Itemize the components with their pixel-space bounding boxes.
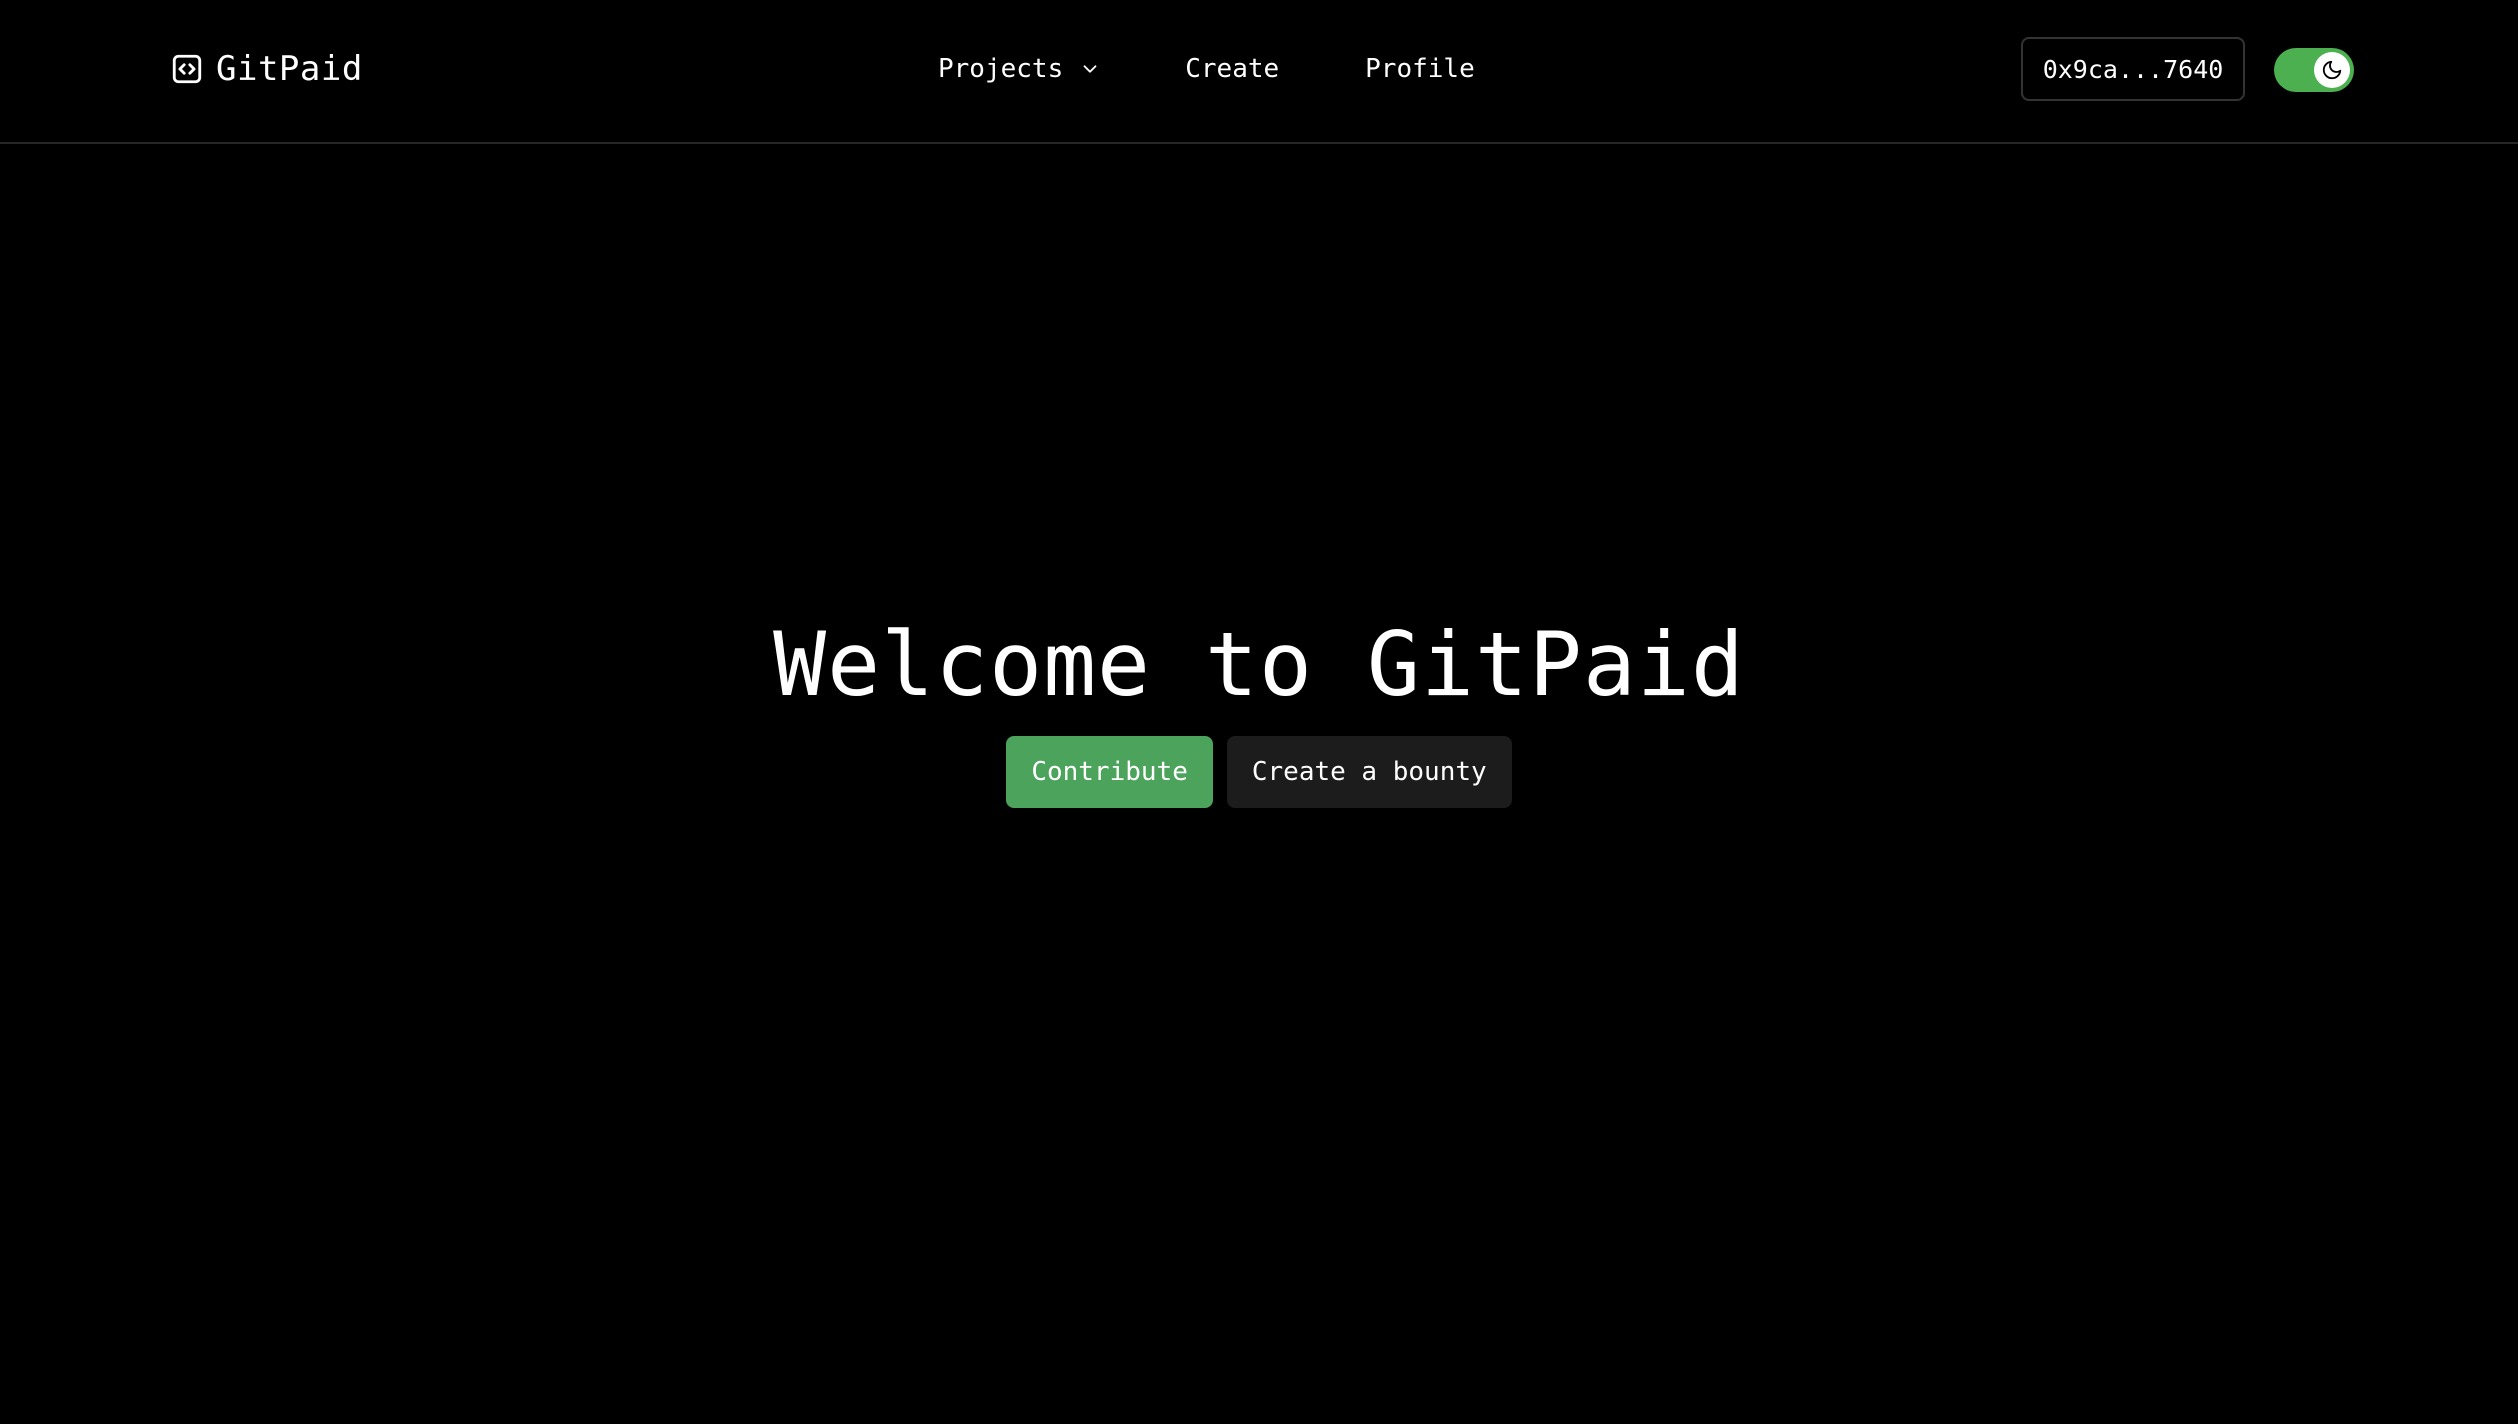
nav-projects-label: Projects bbox=[938, 54, 1064, 84]
wallet-address-button[interactable]: 0x9ca...7640 bbox=[2021, 37, 2245, 101]
moon-icon bbox=[2321, 59, 2343, 81]
theme-toggle[interactable] bbox=[2274, 48, 2354, 92]
nav-profile-link[interactable]: Profile bbox=[1365, 54, 1475, 84]
nav-create-link[interactable]: Create bbox=[1185, 54, 1279, 84]
toggle-knob bbox=[2314, 52, 2350, 88]
hero-section: Welcome to GitPaid Contribute Create a b… bbox=[0, 610, 2518, 808]
nav-projects-dropdown[interactable]: Projects bbox=[938, 54, 1101, 84]
brand-logo-link[interactable]: GitPaid bbox=[170, 48, 363, 90]
top-navbar: GitPaid Projects Create Profile 0x9ca...… bbox=[0, 0, 2518, 144]
chevron-down-icon bbox=[1079, 58, 1101, 80]
code-square-icon bbox=[170, 52, 204, 86]
page: GitPaid Projects Create Profile 0x9ca...… bbox=[0, 0, 2518, 1424]
brand-name: GitPaid bbox=[216, 49, 363, 89]
create-bounty-button[interactable]: Create a bounty bbox=[1226, 736, 1512, 808]
hero-actions: Contribute Create a bounty bbox=[1006, 736, 1512, 808]
hero-title: Welcome to GitPaid bbox=[773, 613, 1745, 716]
main-nav: Projects Create Profile bbox=[938, 48, 1475, 90]
contribute-button[interactable]: Contribute bbox=[1006, 736, 1213, 808]
